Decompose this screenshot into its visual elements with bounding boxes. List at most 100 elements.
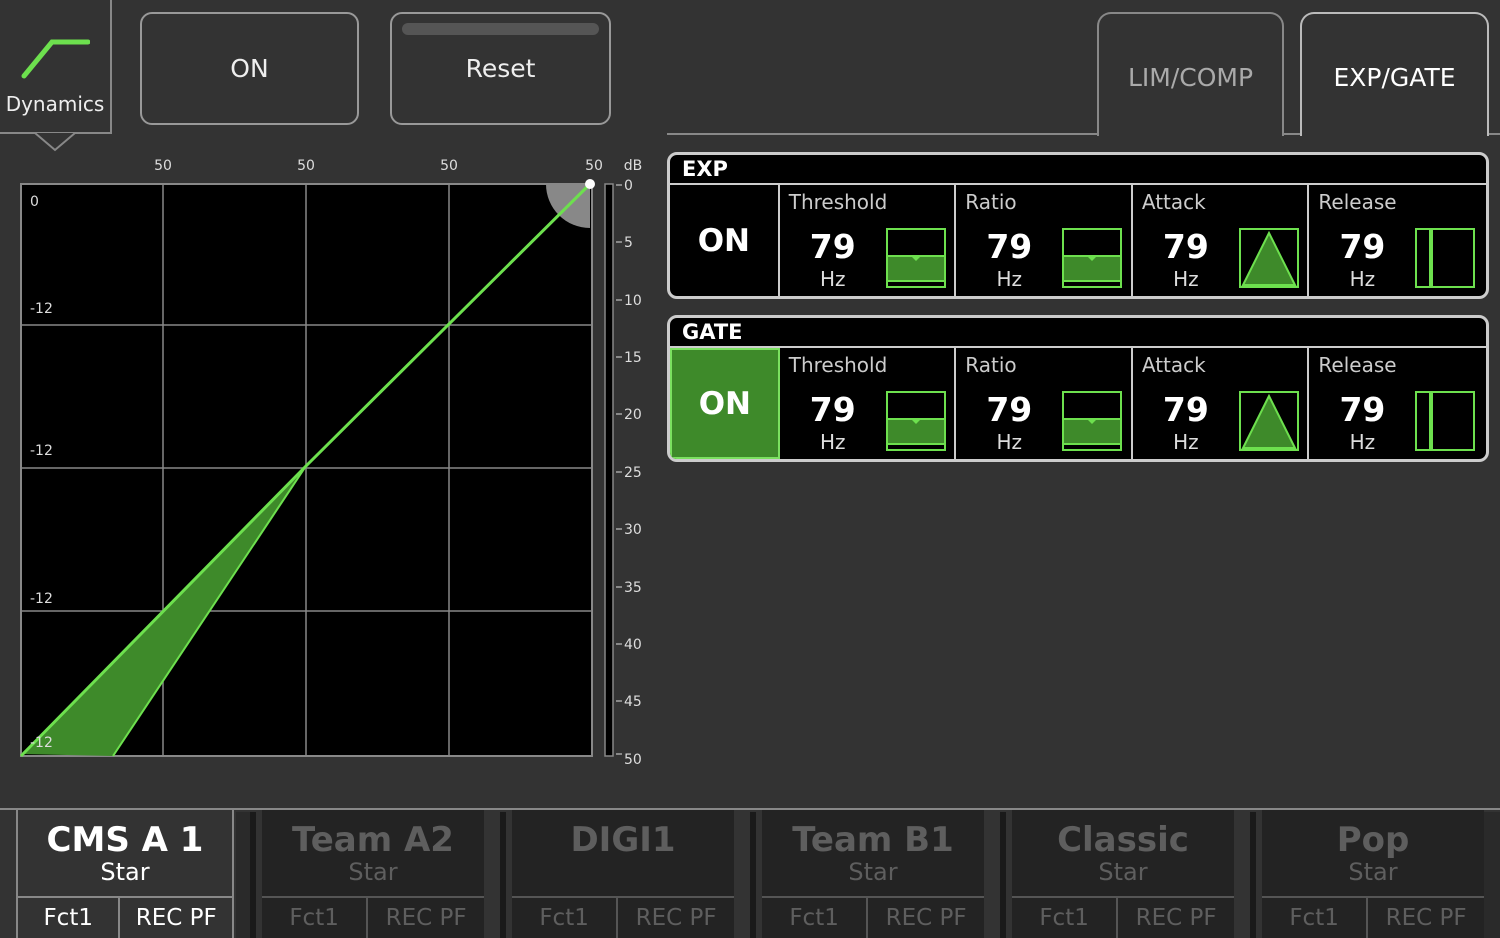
channel-name: Classic: [1057, 820, 1189, 860]
graph-top-label: 50: [297, 158, 315, 174]
param-value: 79: [809, 390, 856, 429]
channel-fct-button[interactable]: Fct1: [18, 898, 121, 938]
channel-rec-pf-button[interactable]: REC PF: [618, 898, 734, 938]
channel-rec-pf-button[interactable]: REC PF: [120, 898, 232, 938]
exp-release-control[interactable]: Release 79 Hz: [1309, 185, 1486, 296]
meter-label: 45: [624, 694, 642, 710]
meter-label: 20: [624, 407, 642, 423]
ratio-fader-icon: [1062, 228, 1123, 288]
channel-name: Team B1: [792, 820, 954, 860]
attack-triangle-icon: [1238, 228, 1299, 288]
channel-separator: [250, 812, 256, 938]
gate-threshold-control[interactable]: Threshold 79 Hz: [780, 348, 957, 459]
channel-separator: [750, 812, 756, 938]
channel-digi1[interactable]: DIGI1 Fct1 REC PF: [512, 810, 734, 938]
channel-rec-pf-button[interactable]: REC PF: [1368, 898, 1484, 938]
exp-threshold-control[interactable]: Threshold 79 Hz: [780, 185, 957, 296]
channel-name: DIGI1: [570, 820, 676, 860]
channel-separator: [500, 812, 506, 938]
channel-rec-pf-button[interactable]: REC PF: [1118, 898, 1234, 938]
gain-reduction-meter: [604, 183, 614, 757]
param-name: Attack: [1141, 353, 1206, 377]
meter-label: 40: [624, 637, 642, 653]
exp-ratio-control[interactable]: Ratio 79 Hz: [956, 185, 1133, 296]
channel-subtitle: Star: [848, 858, 898, 886]
param-unit: Hz: [1349, 267, 1376, 291]
tab-lim-comp-label: LIM/COMP: [1127, 62, 1254, 92]
param-name: Release: [1318, 353, 1397, 377]
param-unit: Hz: [1173, 430, 1199, 454]
param-value: 79: [1339, 390, 1386, 429]
channel-rec-pf-button[interactable]: REC PF: [868, 898, 984, 938]
graph-top-label: 50: [440, 158, 458, 174]
meter-label: 10: [624, 293, 642, 309]
channel-name: Pop: [1336, 820, 1410, 860]
graph-left-label: -12: [30, 591, 53, 607]
exp-panel: EXP ON Threshold 79 Hz Ratio 79 Hz Attac…: [667, 152, 1489, 299]
channel-team-b1[interactable]: Team B1 Star Fct1 REC PF: [762, 810, 984, 938]
channel-fct-button[interactable]: Fct1: [262, 898, 369, 938]
graph-left-label: -12: [30, 735, 53, 751]
channel-fct-button[interactable]: Fct1: [512, 898, 619, 938]
gate-ratio-control[interactable]: Ratio 79 Hz: [956, 348, 1133, 459]
channel-rec-pf-button[interactable]: REC PF: [368, 898, 484, 938]
dynamics-curve-icon: [21, 39, 90, 79]
release-bar-icon: [1415, 391, 1476, 451]
meter-label: 5: [624, 235, 633, 251]
channel-subtitle: Star: [1098, 858, 1148, 886]
channel-fct-button[interactable]: Fct1: [762, 898, 869, 938]
param-value: 79: [1162, 390, 1209, 429]
channel-subtitle: Star: [1348, 858, 1398, 886]
channel-subtitle: Star: [100, 858, 150, 886]
graph-top-label: 50: [585, 158, 603, 174]
gate-on-label: ON: [698, 385, 752, 422]
channel-gap: [236, 812, 250, 938]
exp-on-button[interactable]: ON: [670, 185, 780, 296]
param-name: Threshold: [788, 353, 888, 377]
gate-attack-control[interactable]: Attack 79 Hz: [1133, 348, 1310, 459]
threshold-fader-icon: [885, 391, 946, 451]
channel-pop[interactable]: Pop Star Fct1 REC PF: [1262, 810, 1484, 938]
gate-release-control[interactable]: Release 79 Hz: [1309, 348, 1486, 459]
reset-button[interactable]: Reset: [390, 12, 611, 125]
param-name: Threshold: [788, 190, 888, 214]
channel-subtitle: Star: [348, 858, 398, 886]
param-name: Ratio: [965, 190, 1017, 214]
exp-attack-control[interactable]: Attack 79 Hz: [1133, 185, 1310, 296]
tab-divider: [667, 133, 1099, 135]
exp-on-label: ON: [697, 222, 751, 259]
dynamics-graph[interactable]: 50 50 50 50 dB 0 -12 -12 -12 -12 0 5 10 …: [0, 140, 660, 780]
param-value: 79: [809, 227, 856, 266]
graph-left-label: 0: [30, 194, 39, 210]
graph-top-label: 50: [154, 158, 172, 174]
channel-team-a2[interactable]: Team A2 Star Fct1 REC PF: [262, 810, 484, 938]
param-name: Release: [1318, 190, 1397, 214]
reset-button-label: Reset: [465, 54, 536, 83]
meter-scale: 0 5 10 15 20 25 30 35 40 45 50: [616, 178, 642, 768]
gate-panel: GATE ON Threshold 79 Hz Ratio 79 Hz Atta…: [667, 315, 1489, 462]
channel-fct-button[interactable]: Fct1: [1262, 898, 1369, 938]
gate-on-button[interactable]: ON: [670, 348, 780, 459]
threshold-fader-icon: [885, 228, 946, 288]
param-unit: Hz: [996, 430, 1023, 454]
tab-lim-comp[interactable]: LIM/COMP: [1097, 12, 1284, 136]
param-unit: Hz: [1173, 267, 1199, 291]
param-name: Attack: [1141, 190, 1206, 214]
dynamics-label: Dynamics: [5, 92, 105, 116]
ratio-fader-icon: [1062, 391, 1123, 451]
param-unit: Hz: [1349, 430, 1376, 454]
meter-label: 30: [624, 522, 642, 538]
meter-label: 50: [624, 752, 642, 768]
channel-separator: [1000, 812, 1006, 938]
channel-classic[interactable]: Classic Star Fct1 REC PF: [1012, 810, 1234, 938]
attack-triangle-icon: [1238, 391, 1299, 451]
channel-cms-a1[interactable]: CMS A 1 Star Fct1 REC PF: [16, 810, 234, 938]
dynamics-tab[interactable]: Dynamics: [0, 0, 112, 134]
dynamics-on-button[interactable]: ON: [140, 12, 359, 125]
channel-fct-button[interactable]: Fct1: [1012, 898, 1119, 938]
meter-label: 15: [624, 350, 642, 366]
tab-exp-gate-label: EXP/GATE: [1333, 62, 1456, 92]
param-value: 79: [986, 227, 1033, 266]
param-value: 79: [1162, 227, 1209, 266]
tab-exp-gate[interactable]: EXP/GATE: [1300, 12, 1489, 136]
